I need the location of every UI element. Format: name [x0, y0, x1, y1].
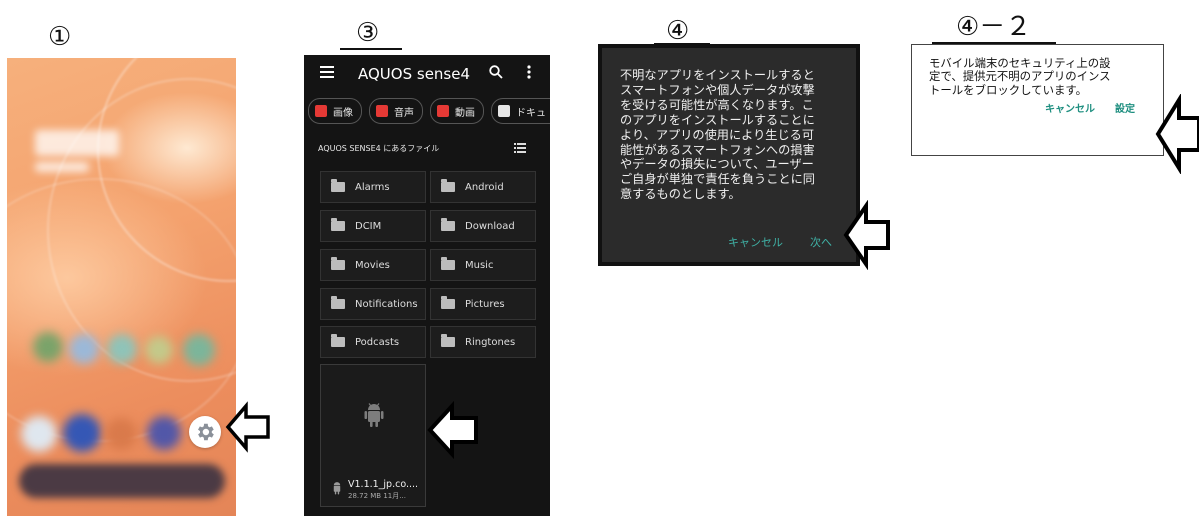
folder-item[interactable]: Alarms [320, 171, 426, 203]
chip-video[interactable]: 動画 [430, 98, 484, 124]
folder-name: DCIM [355, 220, 382, 232]
folder-icon [331, 179, 345, 192]
app-icon [183, 334, 215, 366]
chip-label: ドキュ [516, 107, 546, 119]
pointer-arrow-icon [427, 400, 478, 460]
message-line: スマートフォンや個人データが攻撃 [620, 82, 815, 97]
folder-name: Podcasts [355, 336, 400, 348]
video-icon [437, 105, 449, 117]
document-icon [498, 105, 510, 117]
settings-button[interactable]: 設定 [1115, 100, 1135, 115]
message-line: 意するものとします。 [620, 187, 741, 202]
settings-gear-button[interactable] [189, 416, 221, 448]
folder-icon [441, 334, 455, 347]
folder-item[interactable]: Ringtones [430, 326, 536, 358]
app-icon [107, 334, 137, 364]
folder-item[interactable]: Music [430, 249, 536, 281]
chip-label: 音声 [394, 107, 414, 119]
cancel-button[interactable]: キャンセル [1045, 100, 1095, 115]
folder-name: Notifications [355, 298, 418, 310]
message-line: 能性があるスマートフォンへの損害 [620, 142, 815, 157]
android-icon [364, 403, 384, 427]
message-line: 不明なアプリをインストールすると [620, 68, 815, 82]
folder-name: Download [465, 220, 515, 232]
cancel-button[interactable]: キャンセル [728, 234, 783, 250]
step-label-4-2: ④－２ [956, 12, 1032, 42]
step-label-4: ④ [666, 16, 690, 46]
folder-item[interactable]: Movies [320, 249, 426, 281]
app-bar: AQUOS sense4 [304, 55, 550, 91]
folder-name: Ringtones [465, 336, 516, 348]
folder-icon [331, 218, 345, 231]
dock-icon [63, 414, 101, 452]
step-label-1: ① [48, 22, 72, 52]
dock-icon [147, 416, 181, 450]
message-line: のアプリをインストールすることに [620, 112, 815, 127]
chip-images[interactable]: 画像 [308, 98, 362, 124]
folder-name: Music [465, 259, 494, 271]
next-button[interactable]: 次へ [810, 234, 832, 250]
android-small-icon [333, 482, 341, 495]
apk-file-name: V1.1.1_jp.co.... [348, 479, 419, 490]
folder-item[interactable]: Download [430, 210, 536, 242]
clock-widget [35, 130, 119, 156]
audio-icon [376, 105, 388, 117]
folder-icon [441, 218, 455, 231]
folder-item[interactable]: Podcasts [320, 326, 426, 358]
folder-name: Movies [355, 259, 390, 271]
home-screen [7, 58, 236, 516]
message-line: やデータの損失について、ユーザー [620, 157, 814, 172]
chip-label: 画像 [333, 107, 353, 119]
apk-file-card[interactable]: V1.1.1_jp.co.... 28.72 MB 11月... [320, 364, 426, 507]
dock-icon [105, 418, 137, 450]
folder-item[interactable]: Android [430, 171, 536, 203]
date-widget [35, 162, 89, 172]
dialog-message: モバイル端末のセキュリティ上の設 定で、提供元不明のアプリのインス トールをブロ… [929, 56, 1157, 97]
step-label-3: ③ [356, 18, 380, 48]
folder-icon [441, 257, 455, 270]
install-blocked-dialog: モバイル端末のセキュリティ上の設 定で、提供元不明のアプリのインス トールをブロ… [911, 44, 1164, 156]
chip-audio[interactable]: 音声 [369, 98, 423, 124]
pointer-arrow-icon [225, 401, 270, 453]
search-icon[interactable] [489, 65, 503, 79]
app-icon [33, 332, 63, 362]
list-view-icon[interactable] [514, 143, 526, 153]
image-icon [315, 105, 327, 117]
folder-item[interactable]: DCIM [320, 210, 426, 242]
folder-icon [331, 334, 345, 347]
hamburger-menu-icon[interactable] [320, 66, 334, 78]
chip-documents[interactable]: ドキュ [491, 98, 550, 124]
folder-name: Pictures [465, 298, 505, 310]
section-title: AQUOS SENSE4 にあるファイル [318, 144, 440, 153]
dialog-message: 不明なアプリをインストールすると スマートフォンや個人データが攻撃 を受ける可能… [620, 68, 850, 202]
message-line: ご自身が単独で責任を負うことに同 [620, 172, 815, 187]
chip-label: 動画 [455, 107, 475, 119]
message-line: より、アプリの使用により生じる可 [620, 127, 815, 142]
wallpaper-wave [7, 178, 236, 442]
gear-icon [198, 423, 214, 441]
install-warning-dialog: 不明なアプリをインストールすると スマートフォンや個人データが攻撃 を受ける可能… [598, 44, 860, 266]
folder-name: Alarms [355, 181, 390, 193]
message-line: を受ける可能性が高くなります。こ [620, 97, 814, 112]
message-line: トールをブロックしています。 [929, 82, 1087, 97]
message-line: モバイル端末のセキュリティ上の設 [929, 56, 1111, 70]
folder-icon [441, 296, 455, 309]
folder-name: Android [465, 181, 504, 193]
app-icon [69, 334, 99, 364]
message-line: 定で、提供元不明のアプリのインス [929, 69, 1111, 84]
apk-file-meta: 28.72 MB 11月... [348, 492, 406, 500]
more-vert-icon[interactable] [527, 65, 531, 79]
folder-icon [331, 296, 345, 309]
app-title: AQUOS sense4 [358, 65, 471, 83]
step-label-3-underline [340, 48, 402, 50]
folder-icon [441, 179, 455, 192]
folder-item[interactable]: Notifications [320, 288, 426, 320]
app-icon [145, 336, 173, 364]
dock-icon [21, 416, 57, 452]
pointer-arrow-icon [1155, 94, 1199, 174]
search-bar [19, 464, 225, 498]
pointer-arrow-icon [843, 200, 890, 270]
folder-icon [331, 257, 345, 270]
folder-item[interactable]: Pictures [430, 288, 536, 320]
